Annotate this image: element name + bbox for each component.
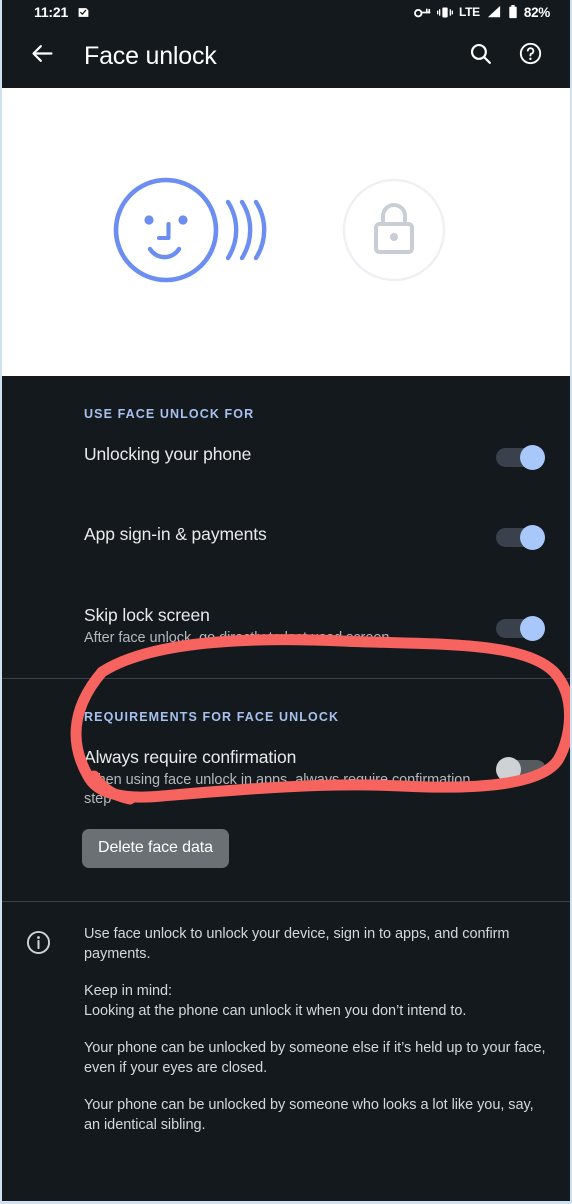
row-unlocking-your-phone[interactable]: Unlocking your phone	[2, 443, 570, 487]
footer-paragraph: Keep in mind: Looking at the phone can u…	[84, 983, 467, 1019]
row-text: Skip lock screen After face unlock, go d…	[84, 604, 496, 648]
toggle-always-require-confirmation[interactable]	[496, 757, 546, 782]
help-button[interactable]	[508, 34, 552, 78]
toggle-app-sign-in-and-payments[interactable]	[496, 525, 546, 550]
back-button[interactable]	[20, 34, 64, 78]
delete-face-data-button[interactable]: Delete face data	[82, 829, 229, 868]
section-header-use-face-unlock-for: USE FACE UNLOCK FOR	[84, 407, 255, 421]
footer-paragraph: Your phone can be unlocked by someone el…	[84, 1040, 546, 1076]
notification-badge-icon	[77, 6, 90, 19]
toggle-thumb	[520, 616, 545, 641]
network-type-label: LTE	[459, 5, 480, 19]
info-circle-icon	[20, 924, 56, 1135]
key-icon	[414, 6, 431, 19]
vibrate-icon	[437, 6, 453, 19]
footer-paragraphs: Use face unlock to unlock your device, s…	[56, 924, 546, 1135]
toggle-thumb	[520, 525, 545, 550]
battery-icon	[508, 5, 518, 19]
row-skip-lock-screen[interactable]: Skip lock screen After face unlock, go d…	[2, 604, 570, 648]
status-bar: 11:21 LTE 82%	[2, 0, 570, 24]
row-subtitle: When using face unlock in apps, always r…	[84, 772, 471, 807]
row-always-require-confirmation[interactable]: Always require confirmation When using f…	[2, 746, 570, 809]
app-bar: Face unlock	[2, 24, 570, 88]
toggle-skip-lock-screen[interactable]	[496, 616, 546, 641]
face-unlock-illustration	[2, 88, 570, 376]
section-requirements-for-face-unlock: REQUIREMENTS FOR FACE UNLOCK Always requ…	[2, 679, 570, 901]
face-scan-icon	[111, 170, 276, 295]
row-title: App sign-in & payments	[84, 524, 267, 544]
settings-content: USE FACE UNLOCK FOR Unlocking your phone…	[2, 376, 570, 1201]
footer-info: Use face unlock to unlock your device, s…	[2, 902, 570, 1135]
toggle-thumb	[496, 757, 521, 782]
row-subtitle: After face unlock, go directly to last u…	[84, 630, 390, 646]
toggle-thumb	[520, 445, 545, 470]
row-app-sign-in-and-payments[interactable]: App sign-in & payments	[2, 523, 570, 567]
footer-paragraph: Your phone can be unlocked by someone wh…	[84, 1097, 534, 1133]
battery-percent-label: 82%	[523, 4, 550, 20]
row-title: Unlocking your phone	[84, 444, 252, 464]
page-title: Face unlock	[84, 41, 217, 70]
row-title: Skip lock screen	[84, 605, 210, 625]
search-button[interactable]	[458, 34, 502, 78]
help-circle-icon	[518, 41, 543, 71]
status-bar-left: 11:21	[12, 5, 90, 19]
row-title: Always require confirmation	[84, 747, 297, 767]
row-text: App sign-in & payments	[84, 523, 496, 545]
section-use-face-unlock-for: USE FACE UNLOCK FOR Unlocking your phone…	[2, 376, 570, 678]
toggle-unlocking-your-phone[interactable]	[496, 445, 546, 470]
row-text: Unlocking your phone	[84, 443, 496, 465]
row-text: Always require confirmation When using f…	[84, 746, 496, 809]
signal-bars-icon	[486, 5, 502, 19]
lock-icon	[338, 174, 450, 291]
status-bar-right: LTE 82%	[414, 5, 560, 20]
status-bar-clock: 11:21	[34, 4, 69, 20]
footer-paragraph: Use face unlock to unlock your device, s…	[84, 926, 510, 962]
search-icon	[468, 41, 493, 71]
arrow-back-icon	[29, 40, 56, 72]
phone-screen: 11:21 LTE 82% Face unlock USE FACE UNLOC…	[0, 0, 572, 1204]
section-header-requirements-for-face-unlock: REQUIREMENTS FOR FACE UNLOCK	[84, 710, 340, 724]
